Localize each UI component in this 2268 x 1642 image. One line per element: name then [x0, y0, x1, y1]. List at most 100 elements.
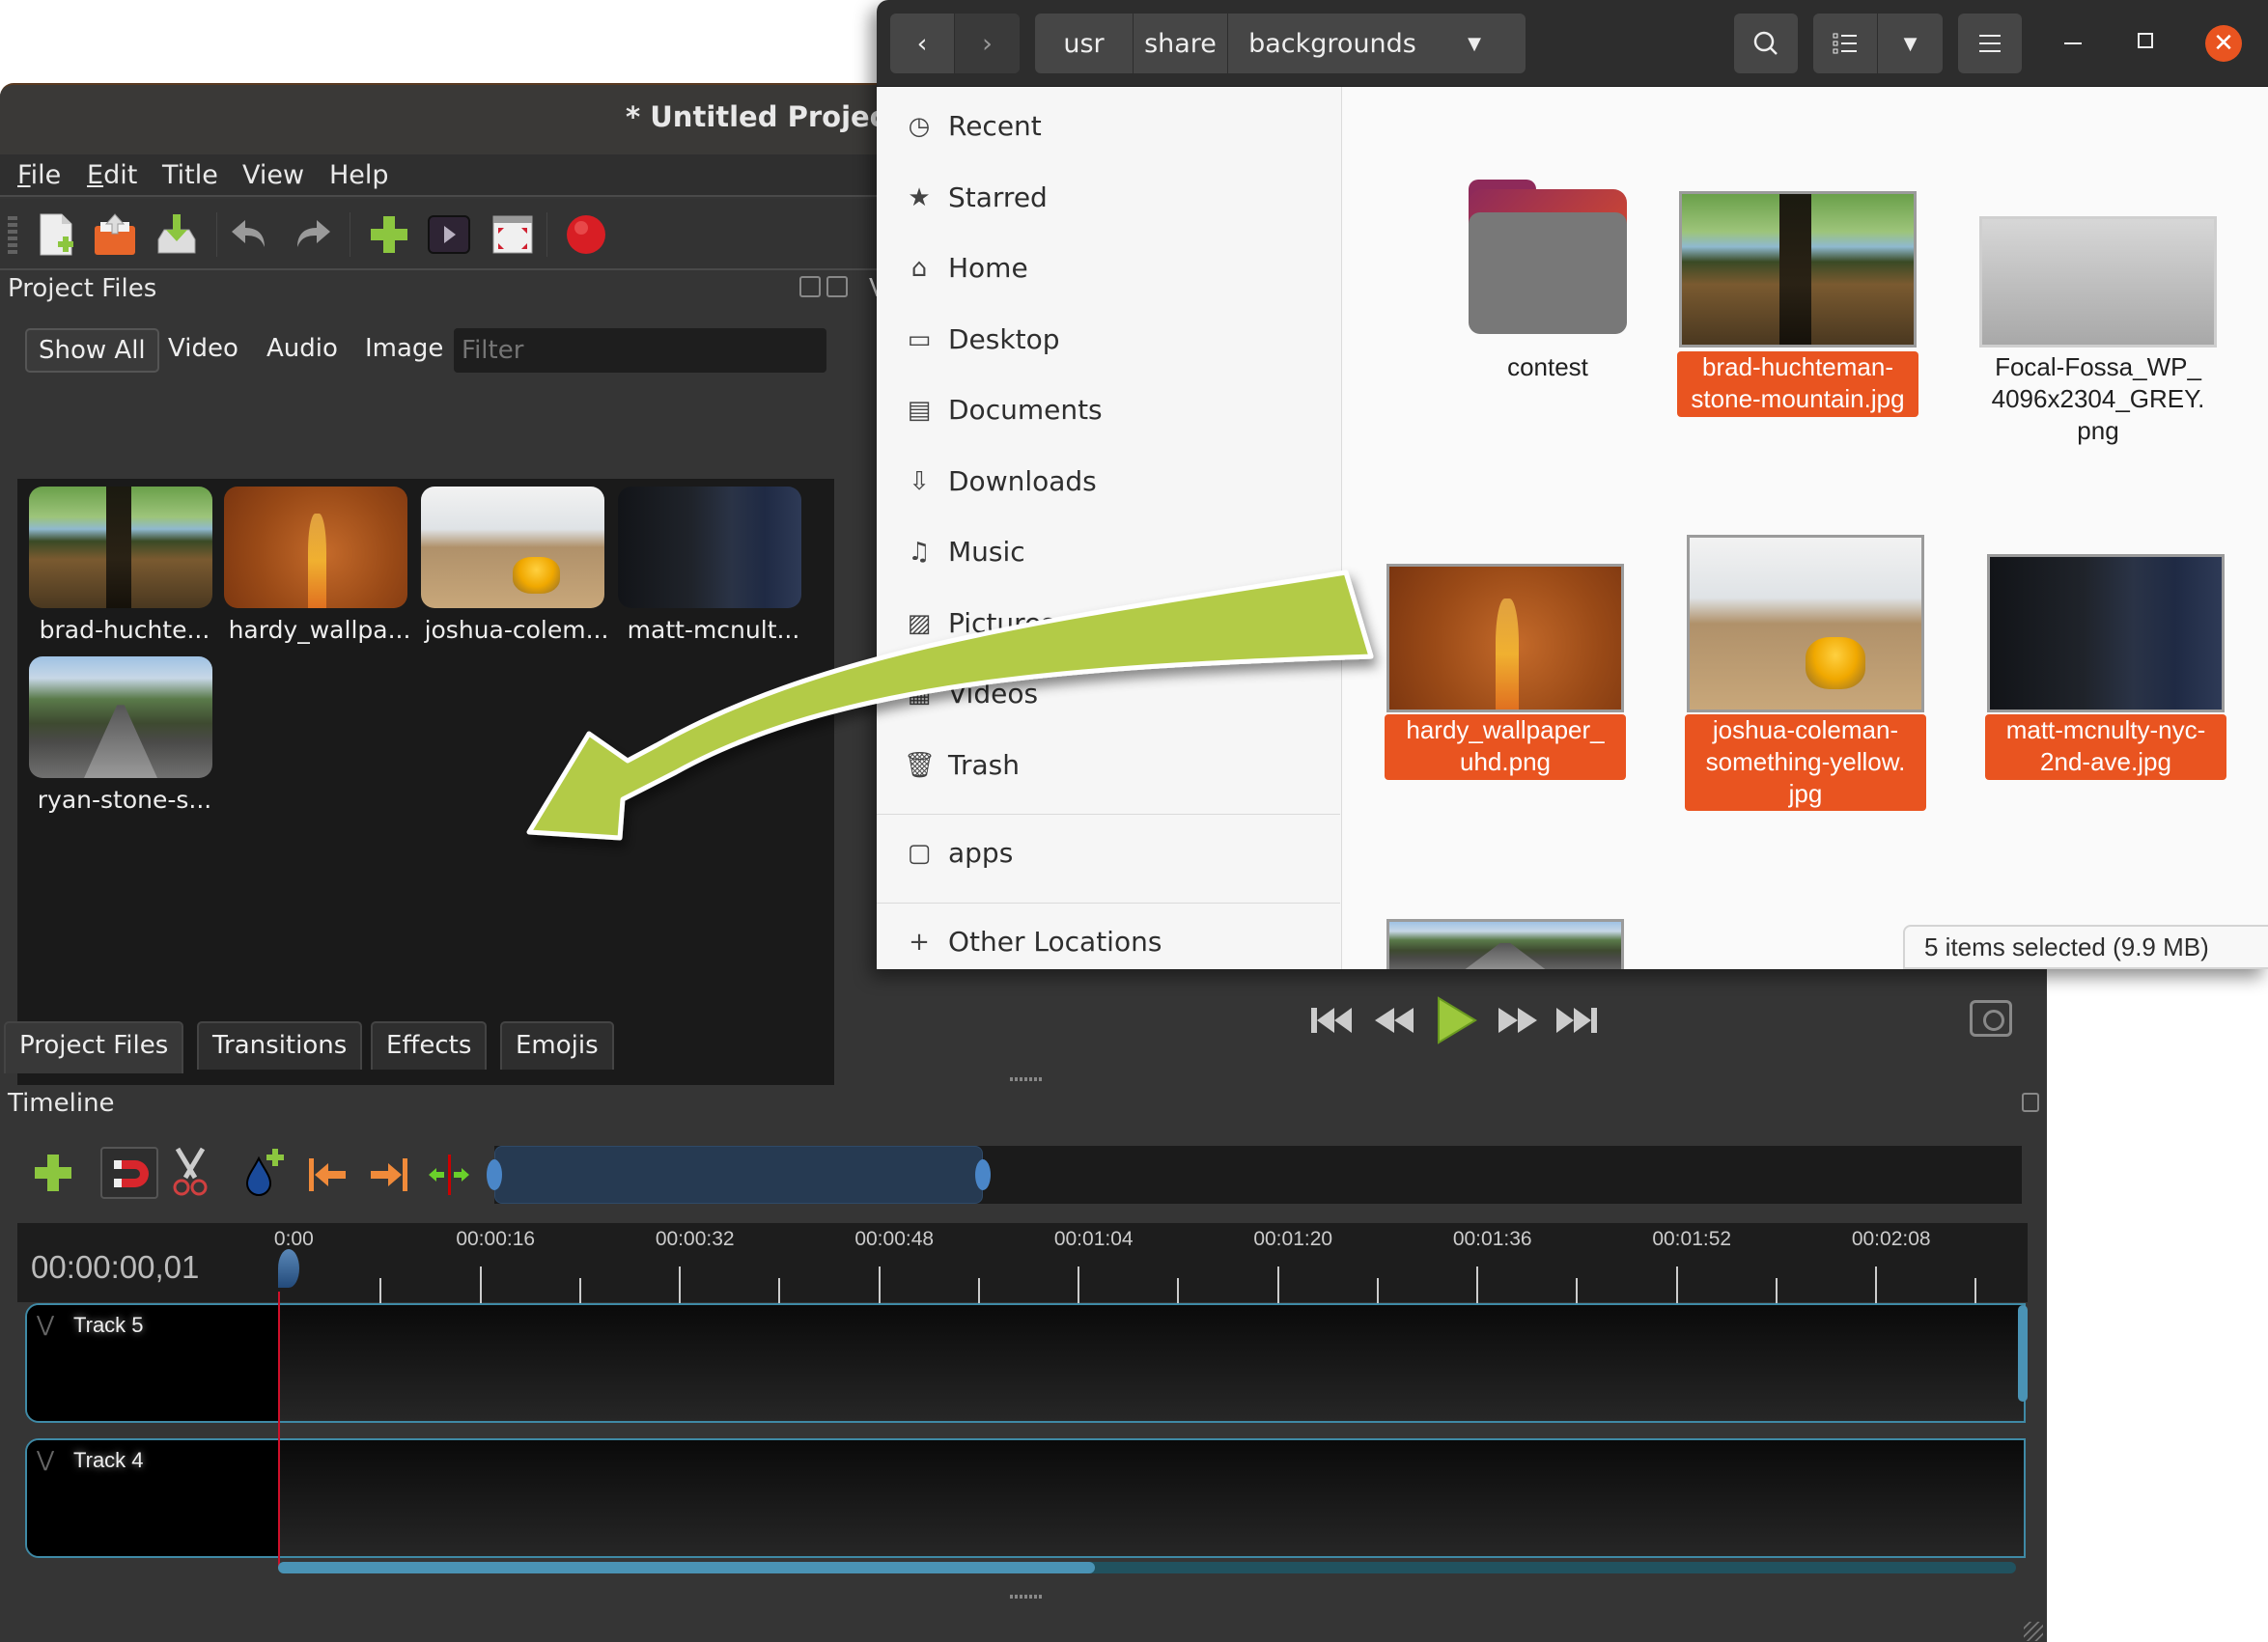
project-file-label: joshua-colem... — [424, 616, 609, 644]
track-header[interactable]: ⋁ Track 5 — [27, 1305, 280, 1421]
collapse-chevron-icon[interactable]: ⋁ — [37, 1448, 58, 1472]
path-segment-share[interactable]: share — [1134, 14, 1228, 73]
sidebar-bookmark-apps[interactable]: ▢ apps — [877, 825, 1340, 883]
search-button[interactable] — [1734, 14, 1798, 73]
sidebar-item-label: Music — [948, 536, 1025, 568]
open-project-icon[interactable] — [93, 212, 137, 257]
filter-image-button[interactable]: Image — [353, 328, 455, 373]
maximize-button[interactable] — [2138, 33, 2153, 48]
folder-item[interactable]: contest — [1427, 180, 1668, 402]
dock-splitter-handle[interactable] — [1010, 1595, 1043, 1599]
menu-help[interactable]: Help — [329, 160, 389, 190]
music-icon: ♫ — [908, 538, 931, 567]
thumbnail-image — [224, 487, 407, 608]
path-segment-backgrounds[interactable]: backgrounds — [1228, 14, 1437, 73]
sidebar-item-videos[interactable]: ▦ Videos — [877, 666, 1340, 724]
thumbnail-image — [1386, 919, 1624, 969]
sidebar-item-downloads[interactable]: ⇩ Downloads — [877, 454, 1340, 512]
ruler-major-tick — [1078, 1266, 1079, 1303]
track-row[interactable]: ⋁ Track 5 — [25, 1303, 2026, 1423]
previous-marker-icon[interactable] — [305, 1153, 350, 1197]
filter-audio-button[interactable]: Audio — [255, 328, 350, 373]
undo-icon[interactable] — [228, 212, 272, 257]
filter-show-all-button[interactable]: Show All — [25, 328, 159, 373]
playhead-handle[interactable] — [278, 1249, 299, 1288]
add-track-icon[interactable] — [31, 1151, 75, 1195]
jump-start-icon[interactable] — [1309, 1002, 1358, 1039]
export-video-icon[interactable] — [564, 212, 608, 257]
window-resize-grip[interactable] — [2024, 1622, 2043, 1641]
add-marker-icon[interactable] — [241, 1147, 286, 1197]
track-row[interactable]: ⋁ Track 4 — [25, 1438, 2026, 1558]
profile-icon[interactable] — [427, 212, 471, 257]
path-dropdown-button[interactable]: ▼ — [1431, 14, 1518, 73]
filter-video-button[interactable]: Video — [156, 328, 250, 373]
razor-icon[interactable] — [168, 1147, 212, 1197]
zoom-range-selection[interactable] — [494, 1146, 984, 1204]
fullscreen-icon[interactable] — [490, 212, 535, 257]
track-header[interactable]: ⋁ Track 4 — [27, 1440, 280, 1556]
main-menu-button[interactable] — [1958, 14, 2022, 73]
minimize-button[interactable] — [2064, 42, 2082, 44]
ruler-minor-tick — [379, 1278, 382, 1303]
sidebar-item-trash[interactable]: 🗑 Trash — [877, 738, 1340, 795]
ruler-tick-label: 00:01:04 — [1053, 1228, 1134, 1250]
camera-icon[interactable] — [1970, 1000, 2012, 1037]
sidebar-item-documents[interactable]: ▤ Documents — [877, 382, 1340, 440]
ruler-minor-tick — [1775, 1278, 1778, 1303]
close-dock-icon[interactable] — [826, 276, 848, 297]
menu-view[interactable]: View — [242, 160, 304, 190]
new-project-icon[interactable] — [35, 212, 79, 257]
sidebar-item-pictures[interactable]: ▨ Pictures — [877, 596, 1340, 654]
dock-controls — [799, 276, 850, 297]
zoom-start-handle[interactable] — [487, 1159, 502, 1190]
tab-transitions[interactable]: Transitions — [197, 1021, 363, 1070]
jump-end-icon[interactable] — [1553, 1002, 1601, 1039]
project-files-list[interactable]: brad-huchte... hardy_wallpa... joshua-co… — [17, 479, 834, 1085]
back-button[interactable]: ‹ — [890, 14, 955, 73]
ruler-minor-tick — [578, 1278, 581, 1303]
float-dock-icon[interactable] — [2022, 1093, 2039, 1112]
fast-forward-icon[interactable] — [1493, 1002, 1541, 1039]
thumbnail-image — [1679, 191, 1917, 348]
rewind-icon[interactable] — [1371, 1002, 1419, 1039]
sidebar-item-recent[interactable]: ◷ Recent — [877, 98, 1340, 156]
forward-button[interactable]: › — [955, 14, 1020, 73]
vertical-scrollbar[interactable] — [2018, 1305, 2028, 1402]
zoom-end-handle[interactable] — [975, 1159, 992, 1190]
places-sidebar: ◷ Recent ★ Starred ⌂ Home ▭ Desktop ▤ Documents ⇩ D… — [877, 87, 1342, 969]
path-segment-usr[interactable]: usr — [1035, 14, 1134, 73]
save-project-icon[interactable] — [154, 212, 199, 257]
toolbar-grip-handle[interactable] — [8, 216, 17, 255]
tab-effects[interactable]: Effects — [371, 1021, 488, 1070]
dock-splitter-handle[interactable] — [1010, 1077, 1043, 1081]
next-marker-icon[interactable] — [367, 1153, 411, 1197]
play-icon[interactable] — [1433, 994, 1481, 1046]
close-button[interactable]: ✕ — [2205, 25, 2242, 62]
collapse-chevron-icon[interactable]: ⋁ — [37, 1313, 58, 1337]
timeline-zoom-slider[interactable] — [487, 1146, 2022, 1204]
filter-input[interactable] — [454, 328, 826, 373]
menu-file[interactable]: File — [17, 160, 61, 190]
tab-emojis[interactable]: Emojis — [500, 1021, 614, 1070]
downloads-icon: ⇩ — [909, 466, 930, 496]
menu-title[interactable]: Title — [162, 160, 218, 190]
float-dock-icon[interactable] — [799, 276, 821, 297]
tab-project-files[interactable]: Project Files — [4, 1021, 184, 1073]
sidebar-item-home[interactable]: ⌂ Home — [877, 240, 1340, 298]
sidebar-item-desktop[interactable]: ▭ Desktop — [877, 312, 1340, 370]
snap-toggle-button[interactable] — [100, 1147, 158, 1199]
view-options-button[interactable]: ▼ — [1878, 14, 1943, 73]
sidebar-other-locations[interactable]: + Other Locations — [877, 914, 1340, 969]
redo-icon[interactable] — [290, 212, 334, 257]
import-files-icon[interactable] — [367, 212, 411, 257]
sidebar-item-starred[interactable]: ★ Starred — [877, 170, 1340, 228]
horizontal-scrollbar-thumb[interactable] — [278, 1562, 1095, 1573]
list-view-button[interactable] — [1813, 14, 1878, 73]
videos-icon: ▦ — [907, 680, 932, 709]
toolbar-separator — [546, 212, 547, 257]
pictures-icon: ▨ — [907, 608, 932, 638]
sidebar-item-music[interactable]: ♫ Music — [877, 524, 1340, 582]
menu-edit[interactable]: Edit — [87, 160, 137, 190]
center-playhead-icon[interactable] — [427, 1153, 471, 1197]
